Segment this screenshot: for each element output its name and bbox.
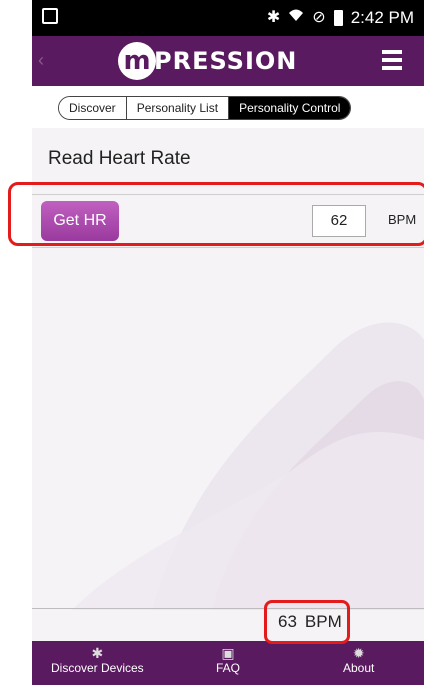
bottom-navigation: ✱ Discover Devices ▣ FAQ ✹ About [32,641,424,685]
nav-faq[interactable]: ▣ FAQ [163,641,294,685]
gear-icon: ✹ [352,645,365,661]
app-logo: m PRESSION [118,42,297,80]
nav-about-label: About [343,661,375,675]
nav-faq-label: FAQ [216,661,241,675]
bluetooth-icon: ✱ [91,645,104,661]
wifi-icon [288,7,304,29]
do-not-disturb-icon: ⊘ [312,9,326,26]
nav-about[interactable]: ✹ About [293,641,424,685]
status-time: 2:42 PM [350,8,414,27]
heart-rate-row: Get HR 62 BPM [32,194,424,248]
get-hr-button[interactable]: Get HR [41,201,119,241]
heart-rate-unit: BPM [388,212,417,227]
latest-heart-rate-unit: BPM [304,612,342,631]
nav-discover-devices-label: Discover Devices [50,661,144,675]
tab-discover[interactable]: Discover [59,97,127,119]
battery-icon [333,10,343,26]
tab-personality-list[interactable]: Personality List [126,97,230,119]
chip-icon: ▣ [221,645,235,661]
tab-personality-control[interactable]: Personality Control [229,97,351,119]
bluetooth-status-icon: ✱ [266,9,281,26]
gallery-notification-icon [42,8,58,24]
latest-heart-rate-value: 63 [278,612,297,631]
latest-heart-rate: 63 BPM [278,612,342,632]
background-wave [72,322,424,610]
back-chevron-icon[interactable]: ‹ [38,50,44,71]
tab-strip: Discover Personality List Personality Co… [32,86,424,128]
reading-divider [32,608,424,609]
phone-screen: ✱ ⊘ 2:42 PM ‹ m PRESSION Discover Person… [32,0,424,685]
logo-text: PRESSION [154,47,298,75]
page-title: Read Heart Rate [48,148,191,169]
app-header: ‹ m PRESSION [32,36,424,86]
hamburger-menu-icon[interactable] [382,50,402,70]
nav-discover-devices[interactable]: ✱ Discover Devices [32,641,163,685]
logo-badge: m [118,42,156,80]
heart-rate-value-field: 62 [312,205,366,237]
status-bar: ✱ ⊘ 2:42 PM [32,0,424,36]
